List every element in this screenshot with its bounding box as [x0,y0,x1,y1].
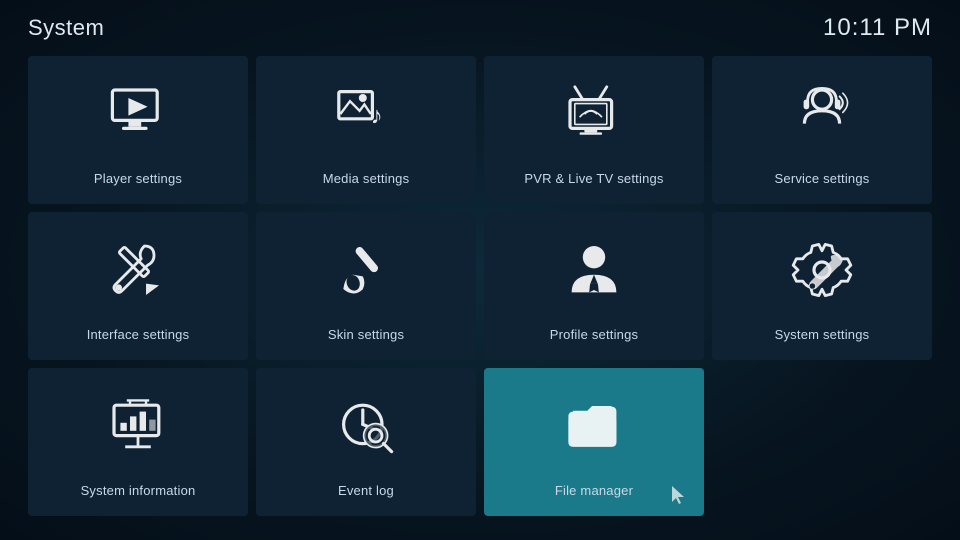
tile-interface-settings[interactable]: Interface settings [28,212,248,360]
profile-settings-label: Profile settings [550,327,638,344]
player-settings-icon [28,56,248,171]
tile-event-log[interactable]: Event log [256,368,476,516]
clock: 10:11 PM [823,14,932,42]
system-page: System 10:11 PM Player settings [0,0,960,540]
tile-media-settings[interactable]: ♪ Media settings [256,56,476,204]
media-settings-label: Media settings [323,171,410,188]
interface-settings-label: Interface settings [87,327,190,344]
player-settings-label: Player settings [94,171,182,188]
tile-player-settings[interactable]: Player settings [28,56,248,204]
media-settings-icon: ♪ [256,56,476,171]
interface-settings-icon [28,212,248,327]
tile-skin-settings[interactable]: Skin settings [256,212,476,360]
file-manager-icon [484,368,704,483]
pvr-settings-icon [484,56,704,171]
system-settings-icon [712,212,932,327]
system-information-label: System information [81,483,196,500]
tile-system-settings[interactable]: System settings [712,212,932,360]
page-title: System [28,15,104,41]
event-log-icon [256,368,476,483]
system-information-icon [28,368,248,483]
tile-pvr-settings[interactable]: PVR & Live TV settings [484,56,704,204]
tile-service-settings[interactable]: Service settings [712,56,932,204]
svg-text:♪: ♪ [371,102,383,129]
tile-file-manager[interactable]: File manager [484,368,704,516]
skin-settings-icon [256,212,476,327]
tile-profile-settings[interactable]: Profile settings [484,212,704,360]
skin-settings-label: Skin settings [328,327,404,344]
header: System 10:11 PM [0,0,960,52]
tile-system-information[interactable]: System information [28,368,248,516]
profile-settings-icon [484,212,704,327]
service-settings-icon [712,56,932,171]
file-manager-label: File manager [555,483,633,500]
system-settings-label: System settings [775,327,870,344]
pvr-settings-label: PVR & Live TV settings [524,171,663,188]
event-log-label: Event log [338,483,394,500]
tile-empty [712,368,932,516]
settings-grid: Player settings ♪ Media settings [0,52,960,532]
service-settings-label: Service settings [775,171,870,188]
